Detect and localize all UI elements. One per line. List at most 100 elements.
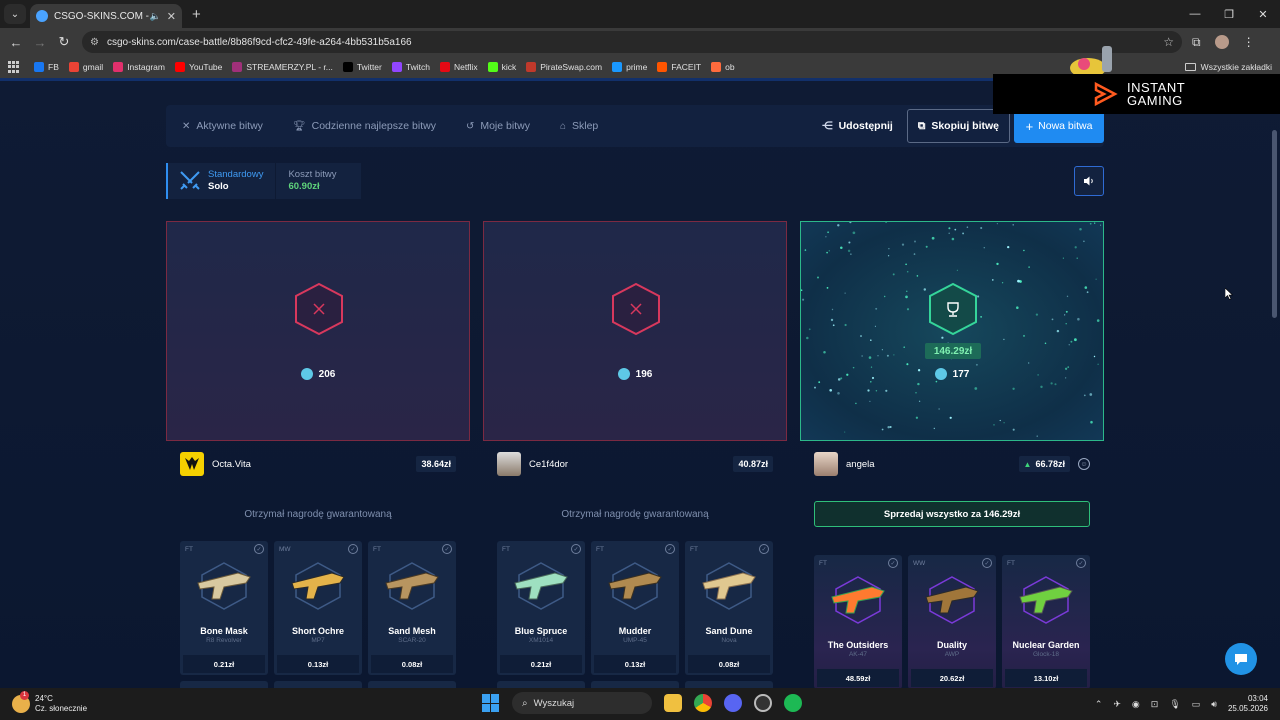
confetti-star [941, 336, 944, 339]
url-bar[interactable]: ⚙ csgo-skins.com/case-battle/8b86f9cd-cf… [82, 31, 1182, 53]
confetti-star [850, 253, 852, 255]
confetti-star [1050, 382, 1053, 385]
tab-search-button[interactable]: ⌄ [4, 4, 26, 24]
item-card[interactable]: FT ✓ Sand Mesh SCAR-20 0.08zł [368, 541, 456, 675]
bookmark-item[interactable]: ob [711, 62, 735, 72]
browser-menu-icon[interactable]: ⋮ [1243, 35, 1255, 50]
item-card[interactable]: FT ✓ Sand Dune Nova 0.08zł [685, 541, 773, 675]
chrome-icon[interactable] [694, 694, 712, 712]
avatar[interactable] [497, 452, 521, 476]
bookmark-item[interactable]: YouTube [174, 62, 222, 72]
item-card[interactable]: FT ✓ Bone Mask R8 Revolver 0.21zł [180, 541, 268, 675]
share-button[interactable]: ⋲ Udostępnij [822, 120, 893, 132]
forward-button[interactable]: → [28, 35, 52, 50]
confetti-star [887, 255, 890, 257]
player-name[interactable]: angela [846, 459, 1019, 470]
apps-grid-icon[interactable] [8, 61, 20, 73]
nav-my-battles[interactable]: ↺ Moje bitwy [466, 120, 530, 132]
check-icon[interactable]: ✓ [759, 544, 769, 554]
item-card[interactable]: FT ✓ Nuclear Garden Glock-18 13.10zł [1002, 555, 1090, 688]
bookmark-item[interactable]: kick [487, 62, 516, 72]
check-icon[interactable]: ✓ [254, 544, 264, 554]
weather-widget[interactable]: 1 24°C Cz. słonecznie [12, 691, 87, 714]
taskbar-search[interactable]: ⌕ Wyszukaj [512, 692, 652, 714]
check-icon[interactable]: ✓ [442, 544, 452, 554]
close-tab-icon[interactable]: ✕ [167, 10, 176, 23]
minimize-button[interactable]: — [1178, 8, 1212, 21]
bookmark-item[interactable]: PirateSwap.com [526, 62, 602, 72]
sell-all-button[interactable]: Sprzedaj wszystko za 146.29zł [814, 501, 1090, 527]
bookmark-item[interactable]: FB [34, 62, 59, 72]
avatar[interactable] [814, 452, 838, 476]
item-card[interactable]: FT ✓ The Outsiders AK-47 48.59zł [814, 555, 902, 688]
confetti-star [954, 228, 957, 231]
check-icon[interactable]: ✓ [888, 558, 898, 568]
back-button[interactable]: ← [4, 35, 28, 50]
bookmark-item[interactable]: Netflix [439, 62, 478, 72]
search-placeholder: Wyszukaj [533, 697, 575, 709]
all-bookmarks-folder[interactable]: Wszystkie zakładki [1184, 62, 1272, 72]
copy-battle-button[interactable]: ⧉ Skopiuj bitwę [906, 109, 1010, 143]
new-battle-button[interactable]: + Nowa bitwa [1014, 109, 1104, 143]
bookmark-item[interactable]: FACEIT [657, 62, 701, 72]
emoji-icon[interactable]: ☺ [1078, 458, 1090, 470]
item-card[interactable]: MW ✓ Short Ochre MP7 0.13zł [274, 541, 362, 675]
profile-avatar[interactable] [1214, 34, 1229, 49]
volume-icon[interactable]: 🔊︎ [1211, 699, 1217, 710]
confetti-star [1056, 329, 1060, 333]
confetti-star [870, 381, 872, 383]
battle-mode-box: Standardowy Solo Koszt bitwy 60.90zł [166, 163, 361, 199]
file-explorer-icon[interactable] [664, 694, 682, 712]
item-card[interactable]: WW ✓ Duality AWP 20.62zł [908, 555, 996, 688]
speaker-icon[interactable]: 🔈 [150, 11, 161, 22]
windows-start-icon[interactable] [482, 694, 500, 712]
tray-app-icon[interactable]: ✈ [1113, 699, 1121, 710]
nav-active-battles[interactable]: ✕ Aktywne bitwy [182, 120, 263, 132]
new-tab-button[interactable]: + [192, 6, 201, 23]
chat-button[interactable] [1225, 643, 1257, 675]
page-scrollbar[interactable] [1272, 130, 1277, 318]
player-name[interactable]: Ce1f4dor [529, 459, 733, 470]
bookmark-item[interactable]: Instagram [113, 62, 165, 72]
browser-tab[interactable]: CSGO-SKINS.COM - Najlep 🔈 ✕ [30, 4, 182, 28]
nav-shop[interactable]: ⌂ Sklep [560, 120, 598, 132]
check-icon[interactable]: ✓ [571, 544, 581, 554]
item-card[interactable]: FT ✓ Blue Spruce XM1014 0.21zł [497, 541, 585, 675]
item-weapon-type: AK-47 [848, 651, 868, 658]
extensions-icon[interactable]: ⧉ [1192, 35, 1201, 50]
app-icon[interactable] [754, 694, 772, 712]
check-icon[interactable]: ✓ [348, 544, 358, 554]
tray-app-icon[interactable]: ⊡ [1151, 699, 1159, 710]
close-window-button[interactable]: ✕ [1246, 8, 1280, 21]
nav-daily-best[interactable]: 🏆︎ Codzienne najlepsze bitwy [293, 120, 436, 132]
avatar[interactable] [180, 452, 204, 476]
check-icon[interactable]: ✓ [1076, 558, 1086, 568]
tray-chevron-up-icon[interactable]: ⌃ [1095, 699, 1103, 710]
check-icon[interactable]: ✓ [665, 544, 675, 554]
site-info-icon[interactable]: ⚙ [90, 37, 99, 48]
sound-toggle-button[interactable] [1074, 166, 1104, 196]
bookmark-favicon-icon [487, 62, 498, 72]
display-icon[interactable]: ▭ [1192, 699, 1201, 710]
bookmark-item[interactable]: prime [612, 62, 647, 72]
restore-button[interactable]: ❐ [1212, 8, 1246, 21]
tray-discord-icon[interactable]: ◉ [1132, 699, 1140, 710]
clock[interactable]: 03:04 25.05.2026 [1228, 694, 1268, 714]
item-weapon-type: UMP-45 [623, 637, 647, 644]
bookmark-item[interactable]: gmail [68, 62, 103, 72]
check-icon[interactable]: ✓ [982, 558, 992, 568]
bookmark-star-icon[interactable]: ☆ [1163, 35, 1174, 49]
player-name[interactable]: Octa.Vita [212, 459, 416, 470]
item-card[interactable]: FT ✓ Mudder UMP-45 0.13zł [591, 541, 679, 675]
bookmark-item[interactable]: Twitter [342, 62, 382, 72]
instant-gaming-ad[interactable]: INSTANT GAMING [993, 74, 1280, 114]
spotify-icon[interactable] [784, 694, 802, 712]
discord-icon[interactable] [724, 694, 742, 712]
reload-button[interactable]: ↻ [52, 34, 76, 50]
confetti-star [996, 262, 999, 266]
confetti-star [1028, 266, 1030, 268]
microphone-icon[interactable]: 🎙︎ [1169, 699, 1180, 710]
bookmark-item[interactable]: STREAMERZY.PL - r... [232, 62, 333, 72]
player-column: 196 Ce1f4dor 40.87zł Otrzymał nagrodę gw… [483, 221, 787, 688]
bookmark-item[interactable]: Twitch [391, 62, 430, 72]
